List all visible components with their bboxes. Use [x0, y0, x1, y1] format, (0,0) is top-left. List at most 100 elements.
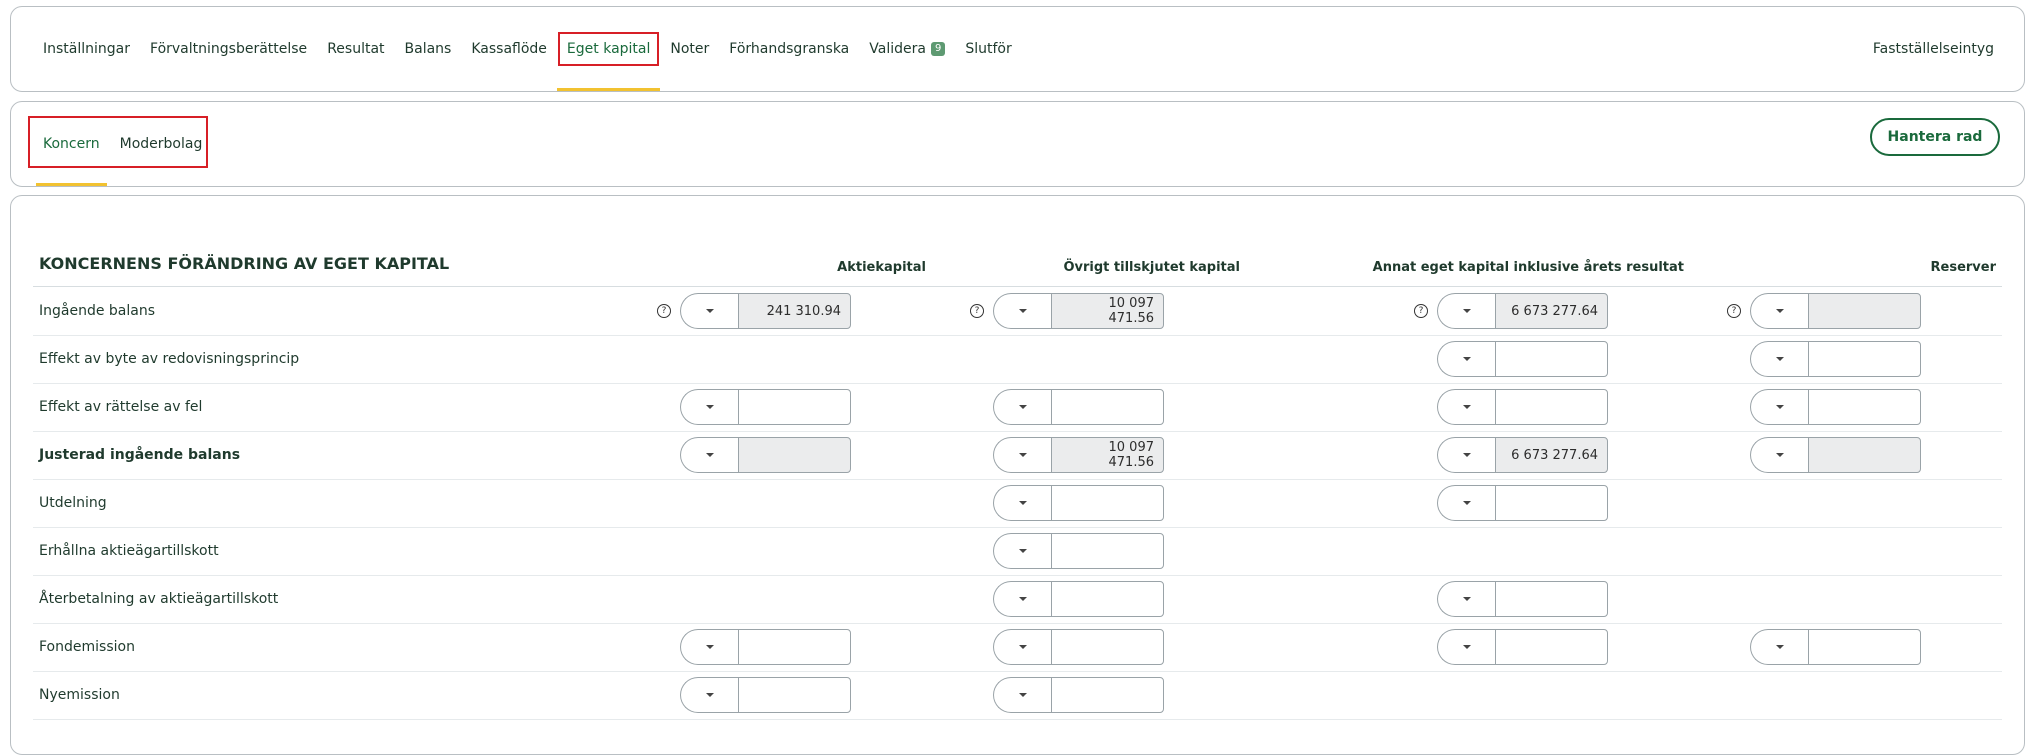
- row-label: Återbetalning av aktieägartillskott: [39, 591, 279, 607]
- amount-input[interactable]: [1051, 389, 1164, 425]
- cell-reserver: [1750, 293, 1921, 329]
- hantera-rad-button[interactable]: Hantera rad: [1870, 118, 2000, 156]
- sign-dropdown[interactable]: [1750, 293, 1808, 329]
- tab-forhandsgranska[interactable]: Förhandsgranska: [719, 7, 859, 91]
- sign-dropdown[interactable]: [1437, 293, 1495, 329]
- sign-dropdown[interactable]: [993, 581, 1051, 617]
- chevron-down-icon: [1018, 309, 1027, 313]
- sign-dropdown[interactable]: [680, 629, 738, 665]
- amount-input[interactable]: [1495, 629, 1608, 665]
- sign-dropdown[interactable]: [680, 389, 738, 425]
- amount-input[interactable]: [1495, 485, 1608, 521]
- sign-dropdown[interactable]: [1437, 485, 1495, 521]
- sign-dropdown[interactable]: [993, 629, 1051, 665]
- amount-input[interactable]: [1051, 581, 1164, 617]
- tab-slutfor[interactable]: Slutför: [955, 7, 1021, 91]
- amount-input[interactable]: [1808, 629, 1921, 665]
- amount-input[interactable]: [738, 389, 851, 425]
- cell-annat-eget-kapital: 6 673 277.64: [1437, 437, 1608, 473]
- help-icon[interactable]: ?: [1727, 304, 1741, 318]
- cell-aktiekapital: [680, 389, 851, 425]
- sign-dropdown[interactable]: [680, 677, 738, 713]
- tab-eget-kapital[interactable]: Eget kapital: [556, 7, 661, 91]
- amount-input[interactable]: [1051, 485, 1164, 521]
- amount-input: 10 097 471.56: [1051, 293, 1164, 329]
- sign-dropdown[interactable]: [680, 293, 738, 329]
- sign-dropdown[interactable]: [993, 389, 1051, 425]
- tab-validera[interactable]: Validera 9: [859, 7, 955, 91]
- amount-input: 6 673 277.64: [1495, 293, 1608, 329]
- sub-nav-card: Koncern Moderbolag Hantera rad: [10, 101, 2025, 187]
- sign-dropdown[interactable]: [1750, 389, 1808, 425]
- sign-dropdown[interactable]: [993, 485, 1051, 521]
- column-header-reserver: Reserver: [1930, 260, 1997, 275]
- chevron-down-icon: [1462, 453, 1471, 457]
- cell-annat-eget-kapital: [1437, 485, 1608, 521]
- help-icon[interactable]: ?: [970, 304, 984, 318]
- tab-forvaltningsberattelse[interactable]: Förvaltningsberättelse: [140, 7, 317, 91]
- main-nav-card: Inställningar Förvaltningsberättelse Res…: [10, 6, 2025, 92]
- amount-input[interactable]: [738, 629, 851, 665]
- sign-dropdown[interactable]: [993, 437, 1051, 473]
- amount-input[interactable]: [1808, 389, 1921, 425]
- sign-dropdown[interactable]: [1750, 629, 1808, 665]
- amount-input[interactable]: [1495, 389, 1608, 425]
- help-icon[interactable]: ?: [1414, 304, 1428, 318]
- cell-ovrigt-tillskjutet: [993, 581, 1164, 617]
- help-icon[interactable]: ?: [657, 304, 671, 318]
- sign-dropdown[interactable]: [1437, 581, 1495, 617]
- cell-reserver: [1750, 437, 1921, 473]
- table-row: Effekt av rättelse av fel: [33, 383, 2002, 432]
- sign-dropdown[interactable]: [1750, 341, 1808, 377]
- section-title: KONCERNENS FÖRÄNDRING AV EGET KAPITAL: [39, 254, 450, 273]
- amount-input: [1808, 437, 1921, 473]
- sign-dropdown[interactable]: [1437, 437, 1495, 473]
- amount-input[interactable]: [1051, 533, 1164, 569]
- cell-ovrigt-tillskjutet: [993, 629, 1164, 665]
- main-tabs: Inställningar Förvaltningsberättelse Res…: [33, 7, 1022, 91]
- amount-input[interactable]: [1495, 341, 1608, 377]
- tab-resultat[interactable]: Resultat: [317, 7, 394, 91]
- sub-tabs: Koncern Moderbolag: [33, 102, 212, 186]
- table-row: Nyemission: [33, 671, 2002, 720]
- tab-label: Eget kapital: [557, 32, 660, 66]
- tab-kassaflode[interactable]: Kassaflöde: [461, 7, 557, 91]
- row-label: Ingående balans: [39, 303, 156, 319]
- sign-dropdown[interactable]: [1437, 389, 1495, 425]
- row-label: Justerad ingående balans: [39, 447, 241, 463]
- tab-label: Slutför: [965, 41, 1012, 57]
- cell-aktiekapital: [680, 629, 851, 665]
- tab-moderbolag[interactable]: Moderbolag: [110, 102, 213, 186]
- sign-dropdown[interactable]: [993, 533, 1051, 569]
- sign-dropdown[interactable]: [1437, 629, 1495, 665]
- chevron-down-icon: [1462, 501, 1471, 505]
- cell-annat-eget-kapital: [1437, 341, 1608, 377]
- chevron-down-icon: [1775, 309, 1784, 313]
- amount-input: [1808, 293, 1921, 329]
- sign-dropdown[interactable]: [993, 293, 1051, 329]
- tab-koncern[interactable]: Koncern: [33, 102, 110, 186]
- amount-input: 10 097 471.56: [1051, 437, 1164, 473]
- amount-input[interactable]: [1051, 677, 1164, 713]
- chevron-down-icon: [705, 693, 714, 697]
- sign-dropdown[interactable]: [1750, 437, 1808, 473]
- sign-dropdown[interactable]: [1437, 341, 1495, 377]
- amount-input: 241 310.94: [738, 293, 851, 329]
- amount-input[interactable]: [1808, 341, 1921, 377]
- cell-ovrigt-tillskjutet: [993, 485, 1164, 521]
- column-header-ovrigt-tillskjutet: Övrigt tillskjutet kapital: [1063, 260, 1240, 275]
- cell-aktiekapital: [680, 677, 851, 713]
- amount-input[interactable]: [1051, 629, 1164, 665]
- sign-dropdown[interactable]: [993, 677, 1051, 713]
- cell-ovrigt-tillskjutet: [993, 389, 1164, 425]
- table-row: Fondemission: [33, 623, 2002, 672]
- tab-noter[interactable]: Noter: [660, 7, 719, 91]
- sign-dropdown[interactable]: [680, 437, 738, 473]
- tab-installningar[interactable]: Inställningar: [33, 7, 140, 91]
- chevron-down-icon: [1775, 405, 1784, 409]
- faststallelseintyg-link[interactable]: Fastställelseintyg: [1873, 7, 1994, 91]
- tab-balans[interactable]: Balans: [395, 7, 462, 91]
- chevron-down-icon: [1018, 549, 1027, 553]
- amount-input[interactable]: [738, 677, 851, 713]
- amount-input[interactable]: [1495, 581, 1608, 617]
